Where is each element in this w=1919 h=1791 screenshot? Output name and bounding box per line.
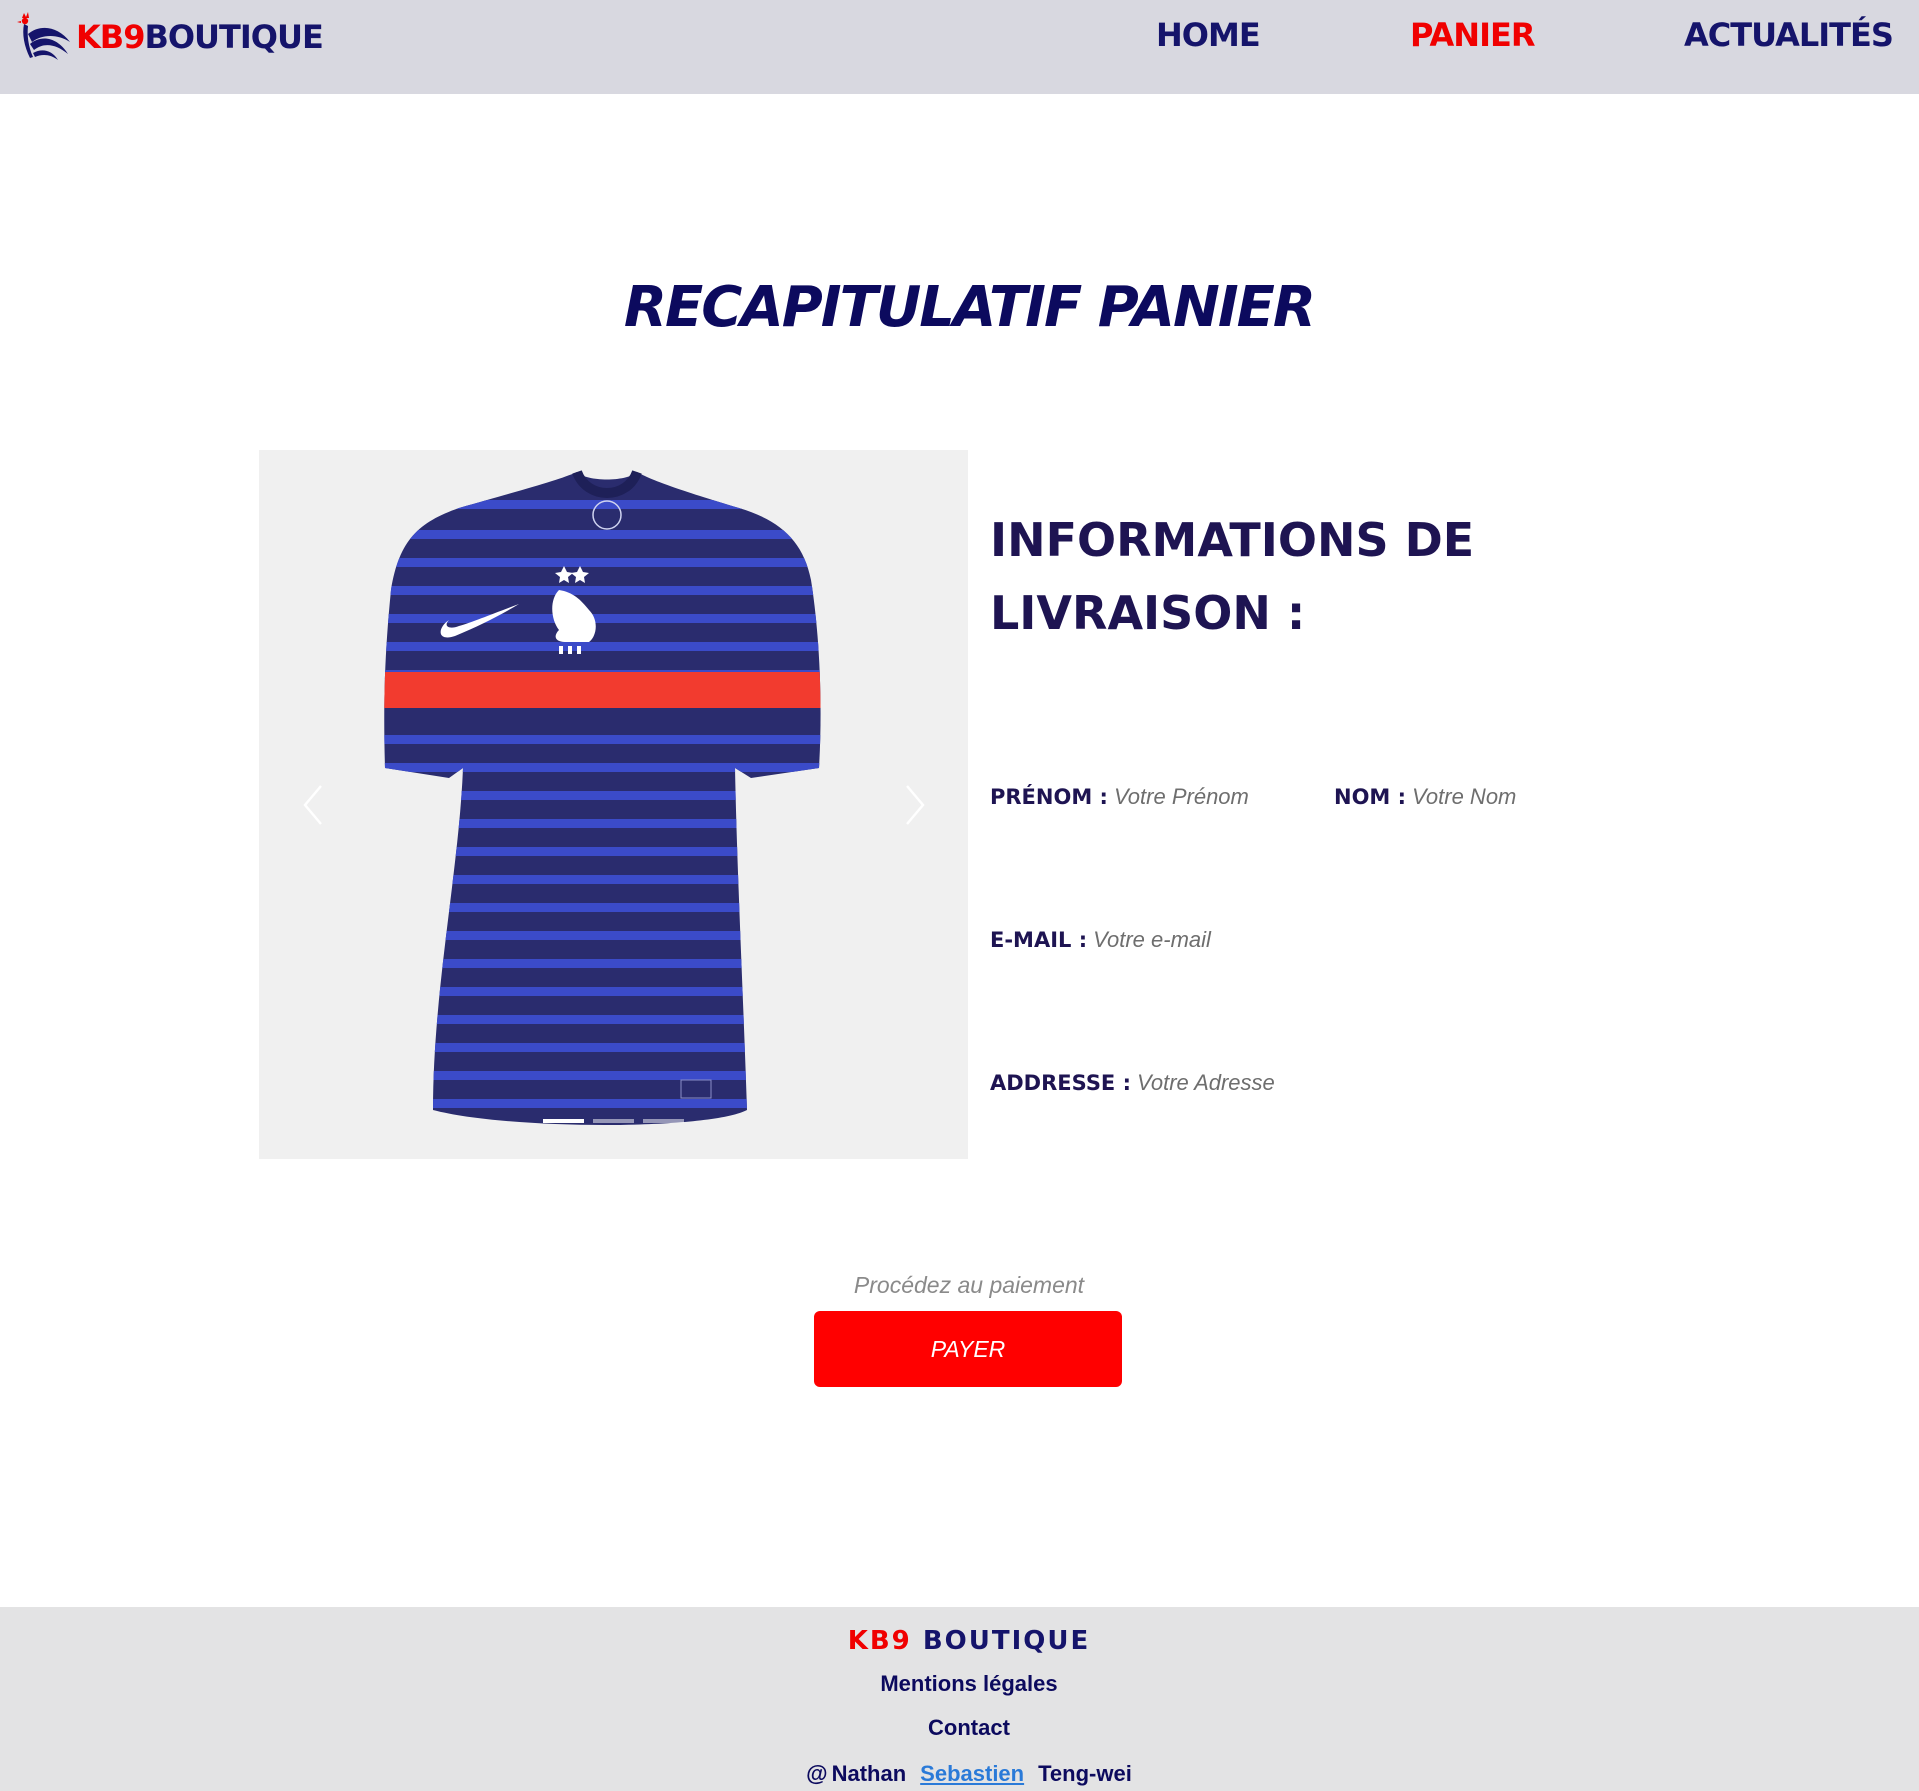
pay-button[interactable]: PAYER bbox=[814, 1311, 1122, 1387]
page-title: RECAPITULATIF PANIER bbox=[623, 275, 1316, 340]
carousel-indicator-2[interactable] bbox=[593, 1119, 634, 1123]
email-label: E-MAIL : bbox=[990, 928, 1088, 952]
footer-brand: KB9 BOUTIQUE bbox=[0, 1625, 1919, 1657]
credits-author-nathan: Nathan bbox=[831, 1761, 907, 1786]
carousel-indicator-3[interactable] bbox=[643, 1119, 684, 1123]
payment-hint: Procédez au paiement bbox=[853, 1272, 1085, 1298]
last-name-label: NOM : bbox=[1334, 785, 1407, 809]
site-logo[interactable]: KB9BOUTIQUE bbox=[14, 12, 324, 62]
credits-author-sebastien[interactable]: Sebastien bbox=[920, 1761, 1024, 1786]
shipping-title-line2: LIVRAISON : bbox=[990, 586, 1306, 640]
site-header: KB9BOUTIQUE HOME PANIER ACTUALITÉS bbox=[0, 0, 1919, 94]
logo-text-kb9: KB9 bbox=[76, 18, 145, 56]
credits-at: @ bbox=[806, 1761, 828, 1786]
shipping-title-line1: INFORMATIONS DE bbox=[990, 513, 1475, 567]
footer-brand-kb9: KB9 bbox=[847, 1626, 912, 1656]
footer-credits: @ Nathan Sebastien Teng-wei bbox=[0, 1759, 1919, 1789]
carousel-indicator-1[interactable] bbox=[543, 1119, 584, 1123]
address-field: ADDRESSE : bbox=[990, 1070, 1391, 1096]
nav-actualites[interactable]: ACTUALITÉS bbox=[1684, 14, 1894, 56]
email-input[interactable] bbox=[1087, 927, 1328, 953]
nav-home[interactable]: HOME bbox=[1156, 14, 1261, 56]
jersey-image bbox=[259, 450, 968, 1159]
nav-panier[interactable]: PANIER bbox=[1410, 14, 1535, 56]
last-name-field: NOM : bbox=[1334, 784, 1627, 810]
logo-text-boutique: BOUTIQUE bbox=[144, 18, 323, 56]
logo-text: KB9BOUTIQUE bbox=[76, 18, 324, 56]
first-name-field: PRÉNOM : bbox=[990, 784, 1328, 810]
rooster-icon bbox=[17, 12, 70, 60]
address-input[interactable] bbox=[1131, 1070, 1391, 1096]
address-label: ADDRESSE : bbox=[990, 1071, 1131, 1095]
chevron-right-icon[interactable] bbox=[899, 780, 929, 830]
email-field: E-MAIL : bbox=[990, 927, 1328, 953]
site-footer: KB9 BOUTIQUE Mentions légales Contact @ N… bbox=[0, 1607, 1919, 1791]
chevron-left-icon[interactable] bbox=[299, 780, 329, 830]
footer-link-legal[interactable]: Mentions légales bbox=[0, 1669, 1919, 1699]
last-name-input[interactable] bbox=[1406, 784, 1627, 810]
first-name-label: PRÉNOM : bbox=[990, 785, 1108, 809]
footer-link-contact[interactable]: Contact bbox=[0, 1713, 1919, 1743]
first-name-input[interactable] bbox=[1107, 784, 1328, 810]
shipping-title: INFORMATIONS DE LIVRAISON : bbox=[990, 504, 1550, 650]
footer-brand-boutique: BOUTIQUE bbox=[922, 1626, 1091, 1656]
credits-author-teng-wei: Teng-wei bbox=[1038, 1761, 1132, 1786]
product-carousel bbox=[259, 450, 968, 1159]
carousel-indicators bbox=[543, 1119, 684, 1123]
